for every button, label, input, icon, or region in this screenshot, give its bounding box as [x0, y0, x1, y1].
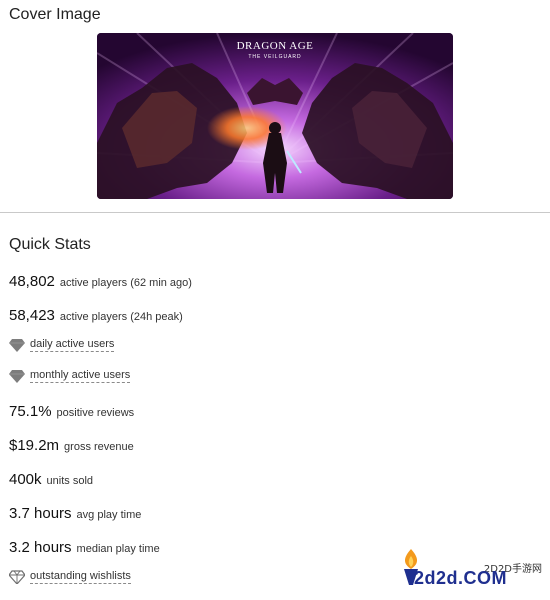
stat-label: positive reviews: [56, 407, 135, 419]
cover-section-title: Cover Image: [9, 6, 101, 23]
stat-positive-reviews: 75.1% positive reviews: [9, 403, 134, 420]
cover-logo-subtitle: THE VEILGUARD: [248, 54, 301, 60]
site-watermark: 2D2D手游网 2d2d.COM: [390, 541, 550, 600]
stat-active-players-now: 48,802 active players (62 min ago): [9, 273, 192, 290]
cover-logo-title: DRAGON AGE: [237, 40, 314, 52]
stat-label: active players (62 min ago): [59, 277, 192, 289]
stat-label: active players (24h peak): [59, 311, 183, 323]
stat-active-players-peak: 58,423 active players (24h peak): [9, 307, 183, 324]
stat-value: 48,802: [9, 273, 55, 290]
stat-value: 400k: [9, 471, 42, 488]
monthly-active-users-link[interactable]: monthly active users: [30, 369, 131, 383]
outstanding-wishlists-row[interactable]: outstanding wishlists: [9, 570, 131, 584]
gem-filled-icon: [9, 339, 25, 352]
stat-avg-play-time: 3.7 hours avg play time: [9, 505, 141, 522]
stat-value: $19.2m: [9, 437, 60, 454]
section-divider: [0, 212, 550, 213]
stat-value: 3.2 hours: [9, 539, 72, 556]
stat-gross-revenue: $19.2m gross revenue: [9, 437, 134, 454]
stat-label: median play time: [76, 543, 160, 555]
cover-artwork: DRAGON AGE THE VEILGUARD: [97, 33, 453, 199]
daily-active-users-row[interactable]: daily active users: [9, 338, 115, 352]
stat-median-play-time: 3.2 hours median play time: [9, 539, 160, 556]
stat-label: units sold: [46, 475, 94, 487]
stats-section-title: Quick Stats: [9, 236, 91, 253]
stat-value: 58,423: [9, 307, 55, 324]
gem-filled-icon: [9, 370, 25, 383]
gem-outline-icon: [9, 570, 25, 584]
daily-active-users-link[interactable]: daily active users: [30, 338, 115, 352]
stat-label: gross revenue: [64, 441, 134, 453]
stat-value: 3.7 hours: [9, 505, 72, 522]
stat-value: 75.1%: [9, 403, 52, 420]
watermark-domain: 2d2d.COM: [414, 568, 508, 588]
cover-image: DRAGON AGE THE VEILGUARD: [97, 33, 453, 199]
monthly-active-users-row[interactable]: monthly active users: [9, 369, 131, 383]
stat-units-sold: 400k units sold: [9, 471, 93, 488]
stat-label: avg play time: [76, 509, 142, 521]
outstanding-wishlists-link[interactable]: outstanding wishlists: [30, 570, 131, 584]
